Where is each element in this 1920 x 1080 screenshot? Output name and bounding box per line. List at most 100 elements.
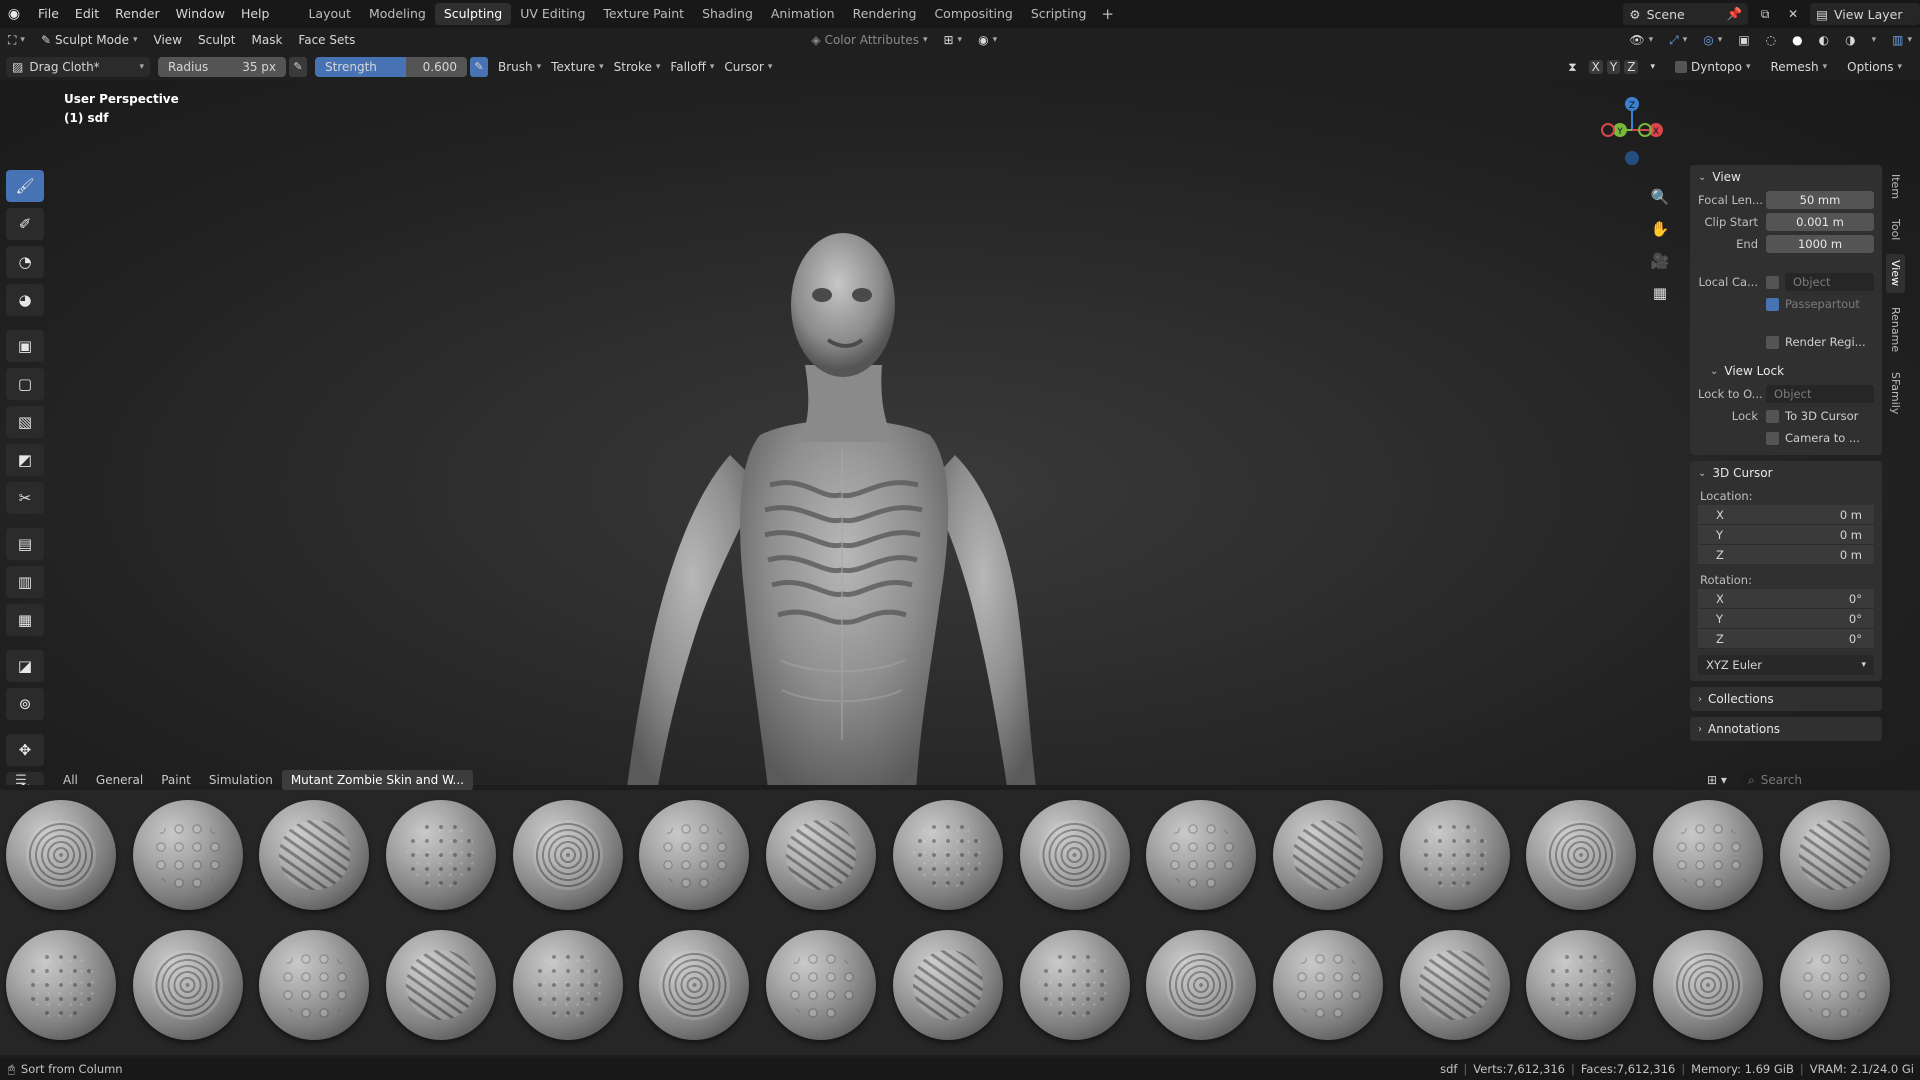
brush-thumbnail[interactable]	[892, 930, 1003, 1040]
tab-scripting[interactable]: Scripting	[1022, 3, 1096, 25]
symmetry-options-dropdown[interactable]: ▾	[1642, 62, 1663, 72]
brush-thumbnail[interactable]	[892, 800, 1003, 910]
rotation-mode-dropdown[interactable]: XYZ Euler ▾	[1698, 655, 1874, 675]
rendered-shading-icon[interactable]: ◑	[1837, 33, 1863, 47]
brush-thumbnail[interactable]	[1146, 930, 1257, 1040]
camera-to-view-checkbox[interactable]	[1766, 431, 1779, 445]
location-y-field[interactable]: Y 0 m	[1698, 525, 1874, 545]
solid-shading-icon[interactable]: ●	[1784, 33, 1810, 47]
navigation-gizmo[interactable]: Z Y X	[1590, 96, 1670, 176]
pan-hand-icon[interactable]: ✋	[1647, 216, 1673, 242]
brush-menu[interactable]: Brush ▾	[498, 60, 541, 74]
view-panel-header[interactable]: ⌄ View	[1690, 165, 1882, 189]
line-project-icon[interactable]: ✂	[6, 482, 44, 514]
color-filter-icon[interactable]: ▦	[6, 604, 44, 636]
menu-help[interactable]: Help	[233, 0, 278, 28]
draw-face-sets-icon[interactable]: ◕	[6, 284, 44, 316]
brush-thumbnail[interactable]	[639, 930, 750, 1040]
shelf-search-input[interactable]: ⌕ Search	[1742, 770, 1902, 790]
strength-pressure-icon[interactable]: ✎	[470, 57, 488, 77]
3d-viewport[interactable]: User Perspective (1) sdf 🖌 ✐ ◔ ◕ ▣ ▢ ▧ ◩…	[0, 80, 1920, 785]
xray-toggle[interactable]: ▣	[1730, 33, 1757, 47]
mask-by-color-icon[interactable]: ⊚	[6, 688, 44, 720]
snap-dropdown[interactable]: ⊞ ▾	[935, 33, 970, 47]
mesh-filter-icon[interactable]: ▤	[6, 528, 44, 560]
zoom-icon[interactable]: 🔍	[1647, 184, 1673, 210]
menu-file[interactable]: File	[30, 0, 67, 28]
annotations-header[interactable]: › Annotations	[1690, 717, 1882, 741]
tab-rendering[interactable]: Rendering	[844, 3, 926, 25]
box-face-set-icon[interactable]: ▧	[6, 406, 44, 438]
box-mask-icon[interactable]: ▣	[6, 330, 44, 362]
brush-thumbnail[interactable]	[1526, 930, 1637, 1040]
brush-thumbnail[interactable]	[132, 930, 243, 1040]
brush-thumbnail[interactable]	[1272, 800, 1383, 910]
color-attributes-dropdown[interactable]: ◈ Color Attributes ▾	[803, 33, 935, 47]
brush-thumbnail[interactable]	[132, 800, 243, 910]
brush-thumbnail[interactable]	[259, 800, 370, 910]
dyntopo-checkbox[interactable]	[1675, 61, 1688, 73]
shelf-tab-paint[interactable]: Paint	[152, 770, 200, 790]
clip-start-field[interactable]: 0.001 m	[1766, 213, 1874, 231]
tab-modeling[interactable]: Modeling	[360, 3, 435, 25]
mode-dropdown[interactable]: ✎ Sculpt Mode ▾	[33, 33, 146, 47]
mirror-y-toggle[interactable]: Y	[1606, 60, 1621, 74]
gizmo-neg-z-axis[interactable]	[1625, 151, 1639, 165]
options-dropdown[interactable]: Options ▾	[1839, 60, 1910, 74]
tab-sculpting[interactable]: Sculpting	[434, 3, 512, 25]
mirror-x-toggle[interactable]: X	[1588, 60, 1603, 74]
menu-face-sets[interactable]: Face Sets	[290, 33, 363, 47]
dyntopo-toggle[interactable]: Dyntopo ▾	[1667, 60, 1758, 74]
shelf-tab-mutant-zombie[interactable]: Mutant Zombie Skin and W...	[281, 770, 473, 790]
brush-thumbnail[interactable]	[1019, 800, 1130, 910]
brush-thumbnail[interactable]	[1526, 800, 1637, 910]
stroke-menu[interactable]: Stroke ▾	[614, 60, 661, 74]
sidebar-tab-item[interactable]: Item	[1886, 168, 1905, 205]
tab-texture-paint[interactable]: Texture Paint	[594, 3, 693, 25]
mirror-z-toggle[interactable]: Z	[1624, 60, 1639, 74]
view-layer-selector[interactable]: ▤ View Layer	[1810, 3, 1920, 25]
shelf-display-dropdown[interactable]: ⊞ ▾	[1702, 770, 1732, 790]
texture-menu[interactable]: Texture ▾	[551, 60, 603, 74]
sidebar-tab-tool[interactable]: Tool	[1886, 213, 1905, 246]
brush-thumbnail[interactable]	[1779, 930, 1890, 1040]
hamburger-menu-icon[interactable]: ☰	[10, 773, 32, 788]
edit-face-set-icon[interactable]: ◪	[6, 650, 44, 682]
brush-selector[interactable]: ▨ Drag Cloth* ▾	[6, 57, 150, 77]
menu-view[interactable]: View	[146, 33, 190, 47]
rotation-y-field[interactable]: Y 0°	[1698, 609, 1874, 629]
shading-options-dropdown[interactable]: ▾	[1864, 35, 1885, 45]
box-trim-icon[interactable]: ◩	[6, 444, 44, 476]
location-x-field[interactable]: X 0 m	[1698, 505, 1874, 525]
focal-length-field[interactable]: 50 mm	[1766, 191, 1874, 209]
sidebar-tab-view[interactable]: View	[1886, 254, 1905, 293]
falloff-menu[interactable]: Falloff ▾	[670, 60, 714, 74]
editor-layout-dropdown[interactable]: ▥ ▾	[1884, 33, 1920, 47]
box-hide-icon[interactable]: ▢	[6, 368, 44, 400]
radius-pressure-icon[interactable]: ✎	[289, 57, 307, 77]
pin-icon[interactable]: 📌	[1727, 6, 1743, 22]
brush-thumbnail[interactable]	[1399, 930, 1510, 1040]
menu-sculpt[interactable]: Sculpt	[190, 33, 243, 47]
tab-layout[interactable]: Layout	[299, 3, 360, 25]
brush-thumbnail[interactable]	[1779, 800, 1890, 910]
add-workspace-button[interactable]: +	[1095, 5, 1120, 23]
sidebar-tab-sfamily[interactable]: SFamily	[1886, 366, 1905, 420]
overlays-toggle[interactable]: ◎ ▾	[1695, 33, 1730, 47]
move-tool-icon[interactable]: ✥	[6, 734, 44, 766]
brush-thumbnail[interactable]	[1652, 930, 1763, 1040]
blender-logo-icon[interactable]: ◉	[6, 6, 22, 22]
proportional-dropdown[interactable]: ◉ ▾	[970, 33, 1005, 47]
menu-window[interactable]: Window	[168, 0, 233, 28]
tab-shading[interactable]: Shading	[693, 3, 762, 25]
brush-thumbnail[interactable]	[259, 930, 370, 1040]
strength-slider[interactable]: Strength 0.600	[315, 57, 467, 77]
rotation-z-field[interactable]: Z 0°	[1698, 629, 1874, 649]
shelf-tab-all[interactable]: All	[54, 770, 87, 790]
view-lock-header[interactable]: ⌄ View Lock	[1702, 359, 1882, 383]
camera-view-icon[interactable]: 🎥	[1647, 248, 1673, 274]
brush-thumbnail[interactable]	[6, 800, 116, 910]
menu-render[interactable]: Render	[107, 0, 168, 28]
shelf-tab-simulation[interactable]: Simulation	[200, 770, 282, 790]
brush-thumbnail[interactable]	[1019, 930, 1130, 1040]
